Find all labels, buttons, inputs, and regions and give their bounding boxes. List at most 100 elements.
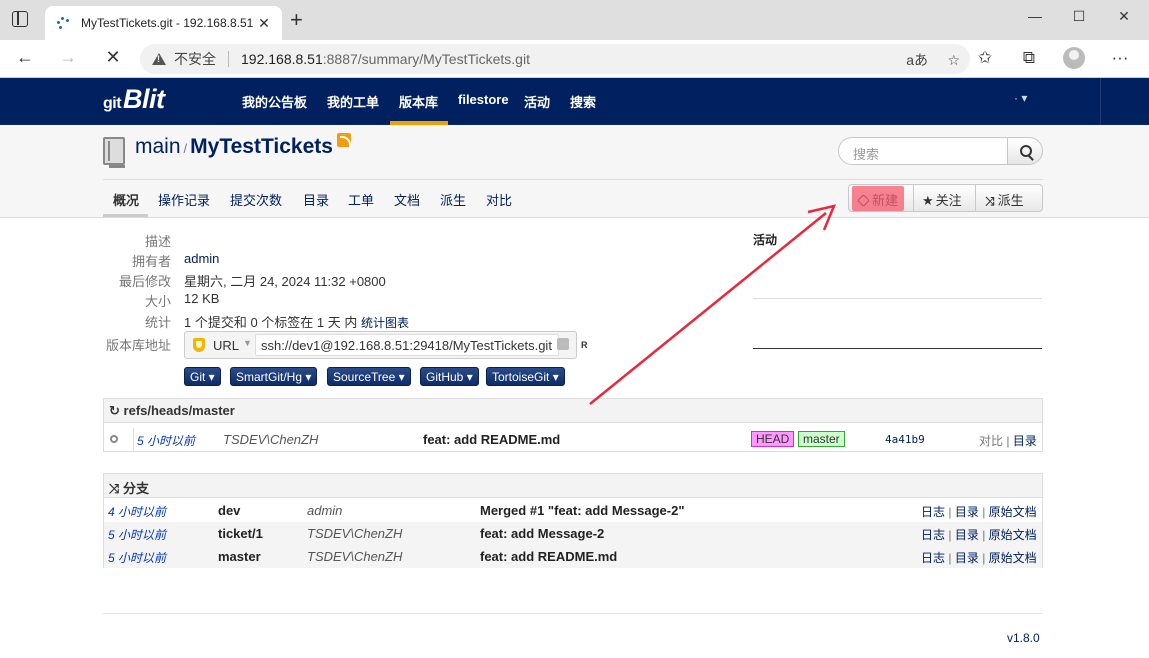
head-ref-badge[interactable]: HEAD xyxy=(751,431,795,447)
address-bar-row: ← → ✕ 不安全 192.168.8.51:8887/summary/MyTe… xyxy=(0,40,1149,78)
log-link[interactable]: 日志 xyxy=(921,528,945,542)
raw-link[interactable]: 原始文档 xyxy=(989,551,1037,565)
last-change-value: 星期六, 二月 24, 2024 11:32 +0800 xyxy=(184,274,386,289)
fork-icon: ⤨ xyxy=(985,194,995,208)
stats-chart-link[interactable]: 统计图表 xyxy=(361,316,409,330)
repository-name-link[interactable]: MyTestTickets xyxy=(190,135,333,158)
clone-url-field[interactable]: ssh://dev1@192.168.8.51:29418/MyTestTick… xyxy=(255,334,559,356)
access-permission-mark: R xyxy=(581,340,588,350)
window-close-icon[interactable]: ✕ xyxy=(1109,8,1139,25)
tab-tickets[interactable]: 工单 xyxy=(348,190,374,209)
watch-button[interactable]: ★ 关注 xyxy=(922,185,962,211)
profile-avatar[interactable] xyxy=(1063,47,1085,69)
raw-link[interactable]: 原始文档 xyxy=(989,528,1037,542)
table-row: 5 小时以前 master TSDEV\ChenZH feat: add REA… xyxy=(104,545,1042,568)
branch-ref-badge[interactable]: master xyxy=(798,431,845,447)
repository-book-icon xyxy=(103,137,125,168)
repo-url-label: 版本库地址 xyxy=(105,338,171,353)
log-link[interactable]: 日志 xyxy=(921,505,945,519)
branch-name[interactable]: dev xyxy=(218,503,240,518)
branch-message[interactable]: Merged #1 "feat: add Message-2" xyxy=(480,503,685,518)
smartgit-client-button[interactable]: SmartGit/Hg ▾ xyxy=(230,367,318,386)
copy-icon[interactable] xyxy=(557,338,569,350)
compare-link[interactable]: 对比 xyxy=(979,434,1003,448)
url-protocol-select[interactable]: URL xyxy=(213,338,239,353)
tab-close-icon[interactable]: ✕ xyxy=(256,15,272,32)
raw-link[interactable]: 原始文档 xyxy=(989,505,1037,519)
branch-message[interactable]: feat: add Message-2 xyxy=(480,526,604,541)
nav-dashboard[interactable]: 我的公告板 xyxy=(242,92,307,111)
nav-my-tickets[interactable]: 我的工单 xyxy=(327,92,379,111)
branches-title[interactable]: 分支 xyxy=(123,481,149,496)
user-menu[interactable]: · ▾ xyxy=(1014,91,1027,105)
tab-commits[interactable]: 提交次数 xyxy=(230,190,282,209)
star-icon: ★ xyxy=(922,193,934,208)
branch-name[interactable]: master xyxy=(218,549,261,564)
search-input[interactable]: 搜索 xyxy=(838,137,1008,165)
tab-docs[interactable]: 文档 xyxy=(394,190,420,209)
table-row: 5 小时以前 TSDEV\ChenZH feat: add README.md … xyxy=(104,428,1042,451)
tab-summary[interactable]: 概况 xyxy=(113,190,139,209)
commit-sha[interactable]: 4a41b9 xyxy=(885,433,925,446)
top-navbar: gitBlit 我的公告板 我的工单 版本库 filestore 活动 搜索 ·… xyxy=(0,78,1149,125)
log-ref-title[interactable]: refs/heads/master xyxy=(124,403,235,418)
forward-icon[interactable]: → xyxy=(57,47,79,68)
active-tab-underline xyxy=(103,214,148,217)
url-host: 192.168.8.51 xyxy=(241,51,323,67)
collections-icon[interactable]: ⧉ xyxy=(1017,48,1041,68)
more-menu-icon[interactable]: ··· xyxy=(1108,48,1132,68)
tree-link[interactable]: 目录 xyxy=(955,528,979,542)
tab-reflog[interactable]: 操作记录 xyxy=(158,190,210,209)
log-link[interactable]: 日志 xyxy=(921,551,945,565)
maximize-icon[interactable]: ☐ xyxy=(1064,8,1094,25)
branch-author[interactable]: TSDEV\ChenZH xyxy=(307,549,402,564)
insecure-label[interactable]: 不安全 xyxy=(174,49,216,69)
commit-time: 5 小时以前 xyxy=(137,434,196,448)
sourcetree-client-button[interactable]: SourceTree ▾ xyxy=(327,367,411,386)
commit-icon xyxy=(110,435,118,443)
browser-tab[interactable]: MyTestTickets.git - 192.168.8.51 ✕ xyxy=(45,6,282,40)
activity-title: 活动 xyxy=(753,233,778,247)
search-icon[interactable] xyxy=(1007,137,1043,165)
github-client-button[interactable]: GitHub ▾ xyxy=(420,367,479,386)
tree-link[interactable]: 目录 xyxy=(955,551,979,565)
nav-activity[interactable]: 活动 xyxy=(524,92,550,111)
tab-tree[interactable]: 目录 xyxy=(303,190,329,209)
nav-filestore[interactable]: filestore xyxy=(458,92,509,107)
favorites-icon[interactable]: ✩ xyxy=(973,48,997,68)
branch-links: 日志 | 目录 | 原始文档 xyxy=(921,505,1037,519)
nav-search[interactable]: 搜索 xyxy=(570,92,596,111)
warning-icon[interactable] xyxy=(152,53,166,65)
tab-compare[interactable]: 对比 xyxy=(486,190,512,209)
branch-name[interactable]: ticket/1 xyxy=(218,526,263,541)
tab-actions-icon[interactable] xyxy=(12,11,28,27)
fork-button[interactable]: ⤨ 派生 xyxy=(985,185,1024,211)
version-link[interactable]: v1.8.0 xyxy=(1007,631,1040,645)
branch-author[interactable]: admin xyxy=(307,503,342,518)
branch-author[interactable]: TSDEV\ChenZH xyxy=(307,526,402,541)
nav-repositories[interactable]: 版本库 xyxy=(399,92,438,111)
last-change-label: 最后修改 xyxy=(118,274,171,289)
new-tab-icon[interactable]: + xyxy=(290,7,303,33)
table-row: 4 小时以前 dev admin Merged #1 "feat: add Me… xyxy=(104,499,1042,522)
minimize-icon[interactable]: — xyxy=(1020,8,1050,24)
gitblit-logo[interactable]: gitBlit xyxy=(103,84,165,115)
stop-loading-icon[interactable]: ✕ xyxy=(102,47,124,68)
address-input[interactable]: 不安全 192.168.8.51:8887/summary/MyTestTick… xyxy=(140,44,970,74)
commit-author[interactable]: TSDEV\ChenZH xyxy=(223,432,318,447)
owner-link[interactable]: admin xyxy=(184,251,219,266)
project-link[interactable]: main xyxy=(135,135,181,158)
read-aloud-icon[interactable]: aあ ☆ xyxy=(906,50,960,70)
chevron-down-icon[interactable]: ▼ xyxy=(243,338,252,348)
tab-forks[interactable]: 派生 xyxy=(440,190,466,209)
tree-link[interactable]: 目录 xyxy=(1013,434,1037,448)
branches-panel-header: ⤨ 分支 xyxy=(104,474,1042,498)
back-icon[interactable]: ← xyxy=(14,47,36,68)
rss-icon[interactable] xyxy=(336,133,351,147)
tree-link[interactable]: 目录 xyxy=(955,505,979,519)
git-client-button[interactable]: Git ▾ xyxy=(184,367,221,386)
branch-message[interactable]: feat: add README.md xyxy=(480,549,617,564)
tortoisegit-client-button[interactable]: TortoiseGit ▾ xyxy=(486,367,565,386)
commit-message[interactable]: feat: add README.md xyxy=(423,432,560,447)
owner-label: 拥有者 xyxy=(131,254,171,269)
